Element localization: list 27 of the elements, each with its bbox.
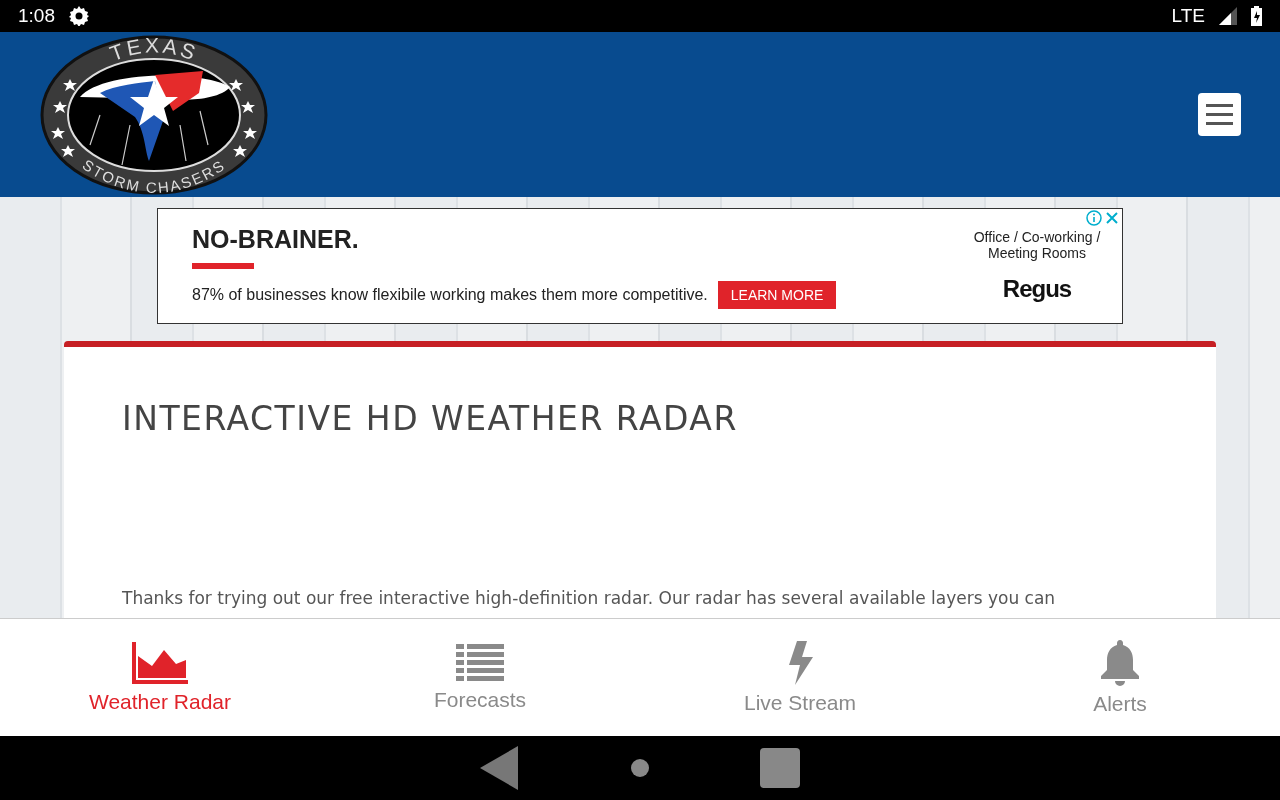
- close-icon[interactable]: [1104, 210, 1120, 226]
- learn-more-button[interactable]: LEARN MORE: [717, 281, 837, 309]
- brand-name: Regus: [1002, 275, 1072, 303]
- area-chart-icon: [132, 641, 188, 684]
- list-icon: [456, 643, 504, 682]
- logo-drawing[interactable]: [40, 35, 268, 194]
- battery-icon: [1251, 6, 1262, 26]
- ad-banner[interactable]: NO-BRAINER. 87% of businesses know flexibile working makes them more competitive. LEARN MORE Office / Co-working / Meeting Rooms Regus: [157, 208, 1123, 324]
- back-icon[interactable]: [480, 746, 520, 790]
- page-title: INTERACTIVE HD WEATHER RADAR: [122, 399, 739, 438]
- info-icon[interactable]: [1086, 210, 1102, 226]
- menu-button[interactable]: [1198, 93, 1241, 136]
- status-time: 1:08: [18, 5, 55, 27]
- nav-tab[interactable]: Alerts: [960, 619, 1280, 736]
- logo-text: TEXAS: [106, 34, 202, 65]
- ad-tagline: Office / Co-working / Meeting Rooms: [972, 229, 1102, 261]
- signal-icon: [1219, 7, 1237, 25]
- lightning-bolt-icon: [787, 640, 813, 685]
- home-icon[interactable]: [630, 758, 650, 778]
- nav-tab[interactable]: Weather Radar: [0, 619, 320, 736]
- nav-tab[interactable]: Live Stream: [640, 619, 960, 736]
- nav-tab[interactable]: Forecasts: [320, 619, 640, 736]
- ad-headline: NO-BRAINER.: [192, 225, 360, 254]
- ad-text: 87% of businesses know flexibile working makes them more competitive.: [192, 286, 708, 304]
- network-label: LTE: [1171, 5, 1205, 27]
- settings-icon: [69, 6, 89, 26]
- intro-paragraph: Thanks for trying out our free interactive high-definition radar. Our radar has several available layers you can: [122, 588, 1057, 608]
